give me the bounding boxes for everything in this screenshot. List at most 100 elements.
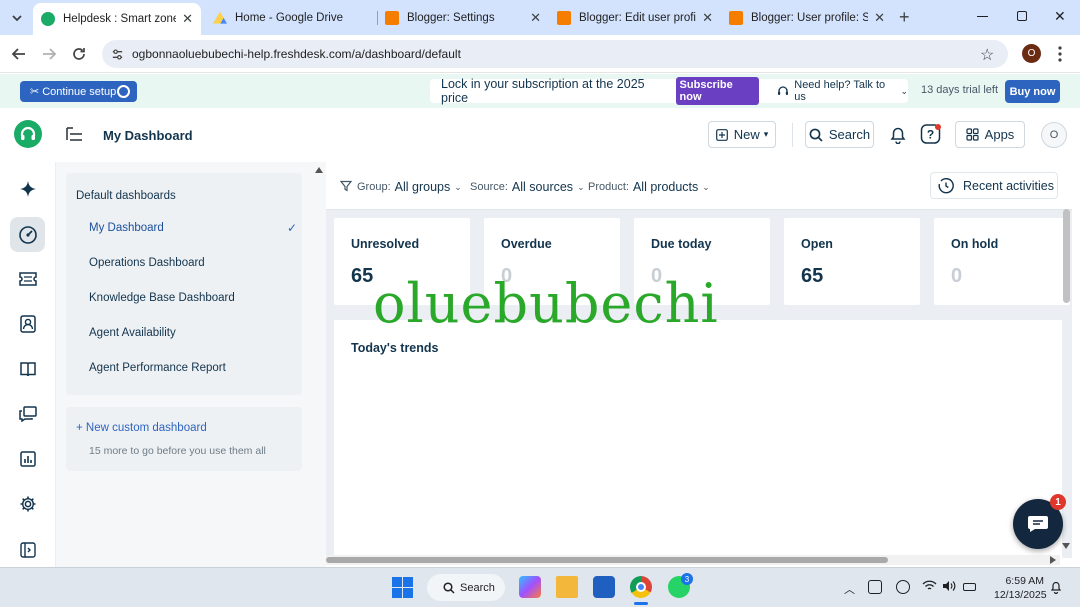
dashboard-item-operations[interactable]: Operations Dashboard bbox=[89, 257, 289, 269]
scroll-up-arrow-icon[interactable] bbox=[315, 167, 323, 173]
back-arrow-icon[interactable] bbox=[10, 45, 28, 63]
browser-menu-icon[interactable] bbox=[1058, 46, 1062, 62]
tickets-icon[interactable] bbox=[16, 267, 40, 291]
page-title: My Dashboard bbox=[103, 128, 193, 143]
dashboard-gauge-icon[interactable] bbox=[10, 217, 45, 252]
bookmark-star-icon[interactable]: ☆ bbox=[980, 45, 994, 65]
stat-value: 0 bbox=[651, 265, 663, 287]
vertical-scrollbar-thumb[interactable] bbox=[1063, 209, 1070, 303]
reload-icon[interactable] bbox=[70, 45, 88, 63]
windows-start-icon[interactable] bbox=[392, 577, 414, 599]
browser-tab-helpdesk[interactable]: Helpdesk : Smart zone pl ✕ bbox=[33, 3, 201, 35]
close-tab-icon[interactable]: ✕ bbox=[530, 10, 541, 26]
clock-history-icon bbox=[938, 177, 954, 194]
sidebar-toggle-icon[interactable] bbox=[66, 126, 84, 142]
horizontal-scrollbar[interactable] bbox=[326, 555, 1060, 565]
dashboard-item-label: Agent Availability bbox=[89, 327, 176, 339]
close-tab-icon[interactable]: ✕ bbox=[702, 10, 713, 26]
browser-tab-blogger-edit-profile[interactable]: Blogger: Edit user profile ✕ bbox=[549, 5, 721, 31]
buy-now-button[interactable]: Buy now bbox=[1005, 80, 1060, 103]
chrome-center-icon bbox=[636, 582, 646, 592]
setup-progress-ring-icon bbox=[117, 85, 130, 98]
continue-setup-button[interactable]: ✂ Continue setup bbox=[20, 81, 137, 102]
help-question-icon[interactable]: ? bbox=[920, 123, 942, 145]
subscribe-now-button[interactable]: Subscribe now bbox=[675, 77, 760, 105]
need-help-dropdown[interactable]: Need help? Talk to us ⌄ bbox=[777, 79, 908, 103]
knowledge-base-book-icon[interactable] bbox=[16, 357, 40, 381]
show-hidden-icons-icon[interactable]: ︿ bbox=[844, 581, 855, 597]
tab-search-menu-icon[interactable] bbox=[9, 10, 25, 26]
contacts-icon[interactable] bbox=[16, 312, 40, 336]
microsoft-store-icon[interactable] bbox=[593, 576, 615, 598]
settings-gear-icon[interactable] bbox=[16, 492, 40, 516]
dashboard-item-my-dashboard[interactable]: My Dashboard ✓ bbox=[89, 221, 297, 235]
apps-button[interactable]: Apps bbox=[955, 121, 1025, 148]
trial-days-left: 13 days trial left bbox=[921, 84, 999, 96]
group-filter[interactable]: Group: All groups ⌄ bbox=[357, 180, 462, 194]
freshdesk-logo-icon[interactable] bbox=[14, 120, 42, 148]
chrome-icon[interactable] bbox=[630, 576, 652, 598]
avatar-initial: O bbox=[1049, 129, 1059, 141]
file-explorer-icon[interactable] bbox=[556, 576, 578, 598]
new-custom-dashboard-link[interactable]: + New custom dashboard bbox=[76, 422, 207, 434]
stat-card-unresolved[interactable]: Unresolved 65 bbox=[334, 218, 470, 305]
close-window-icon[interactable]: ✕ bbox=[1054, 8, 1066, 25]
battery-icon[interactable] bbox=[963, 583, 976, 591]
stat-value: 0 bbox=[951, 265, 963, 287]
dashboard-item-label: My Dashboard bbox=[89, 222, 164, 234]
minimize-window-icon[interactable] bbox=[977, 16, 988, 17]
ai-sparkle-icon[interactable] bbox=[16, 177, 40, 201]
panel-scrollbar[interactable] bbox=[312, 162, 326, 567]
chevron-down-icon: ⌄ bbox=[454, 181, 462, 192]
dashboard-item-knowledge-base[interactable]: Knowledge Base Dashboard bbox=[89, 292, 289, 304]
wifi-icon[interactable] bbox=[922, 580, 937, 592]
forums-chat-icon[interactable] bbox=[16, 402, 40, 426]
source-filter[interactable]: Source: All sources ⌄ bbox=[470, 180, 585, 194]
close-tab-icon[interactable]: ✕ bbox=[874, 10, 885, 26]
stat-card-open[interactable]: Open 65 bbox=[784, 218, 920, 305]
reports-chart-icon[interactable] bbox=[16, 447, 40, 471]
browser-tab-google-drive[interactable]: Home - Google Drive bbox=[205, 5, 378, 31]
url-text: ogbonnaoluebubechi-help.freshdesk.com/a/… bbox=[132, 47, 461, 61]
blogger-favicon-icon bbox=[557, 11, 571, 25]
taskbar-search[interactable]: Search bbox=[427, 574, 505, 601]
stat-card-due-today[interactable]: Due today 0 bbox=[634, 218, 770, 305]
copilot-icon[interactable] bbox=[519, 576, 541, 598]
taskbar-clock[interactable]: 6:59 AM 12/13/2025 bbox=[994, 574, 1047, 602]
restore-window-icon[interactable] bbox=[1017, 11, 1027, 21]
new-label: New bbox=[733, 127, 760, 142]
browser-tab-blogger-settings[interactable]: Blogger: Settings ✕ bbox=[377, 5, 549, 31]
scroll-down-arrow-icon[interactable] bbox=[1062, 543, 1070, 549]
forward-arrow-icon[interactable] bbox=[40, 45, 58, 63]
browser-tab-blogger-user-profile[interactable]: Blogger: User profile: Sm ✕ bbox=[721, 5, 893, 31]
site-info-icon[interactable] bbox=[111, 48, 124, 61]
product-filter[interactable]: Product: All products ⌄ bbox=[588, 180, 710, 194]
product-filter-value: All products bbox=[632, 180, 699, 194]
scroll-right-arrow-icon[interactable] bbox=[1050, 556, 1056, 564]
chevron-down-icon: ⌄ bbox=[702, 181, 710, 192]
user-avatar[interactable]: O bbox=[1041, 122, 1067, 148]
clock-date: 12/13/2025 bbox=[994, 589, 1047, 601]
search-button[interactable]: Search bbox=[805, 121, 874, 148]
notifications-bell-icon[interactable] bbox=[889, 125, 907, 144]
recent-activities-button[interactable]: Recent activities bbox=[930, 172, 1058, 199]
dashboard-item-agent-availability[interactable]: Agent Availability bbox=[89, 327, 289, 339]
dashboard-item-agent-performance[interactable]: Agent Performance Report bbox=[89, 362, 289, 374]
expand-panel-icon[interactable] bbox=[16, 538, 40, 562]
stat-card-overdue[interactable]: Overdue 0 bbox=[484, 218, 620, 305]
network-off-icon[interactable] bbox=[868, 580, 882, 594]
volume-icon[interactable] bbox=[942, 580, 956, 592]
blogger-favicon-icon bbox=[729, 11, 743, 25]
url-field[interactable]: ogbonnaoluebubechi-help.freshdesk.com/a/… bbox=[102, 40, 1008, 68]
close-tab-icon[interactable]: ✕ bbox=[182, 11, 193, 27]
chat-unread-badge: 1 bbox=[1050, 494, 1066, 510]
sync-icon[interactable] bbox=[896, 580, 910, 594]
new-tab-icon[interactable]: + bbox=[899, 8, 910, 26]
stat-card-on-hold[interactable]: On hold 0 bbox=[934, 218, 1070, 305]
tab-title: Blogger: Edit user profile bbox=[579, 12, 697, 24]
horizontal-scrollbar-thumb[interactable] bbox=[326, 557, 888, 563]
new-button[interactable]: New ▾ bbox=[708, 121, 776, 148]
profile-avatar[interactable]: O bbox=[1022, 44, 1041, 63]
notifications-bell-icon[interactable] bbox=[1050, 580, 1062, 594]
header-divider bbox=[792, 123, 793, 147]
